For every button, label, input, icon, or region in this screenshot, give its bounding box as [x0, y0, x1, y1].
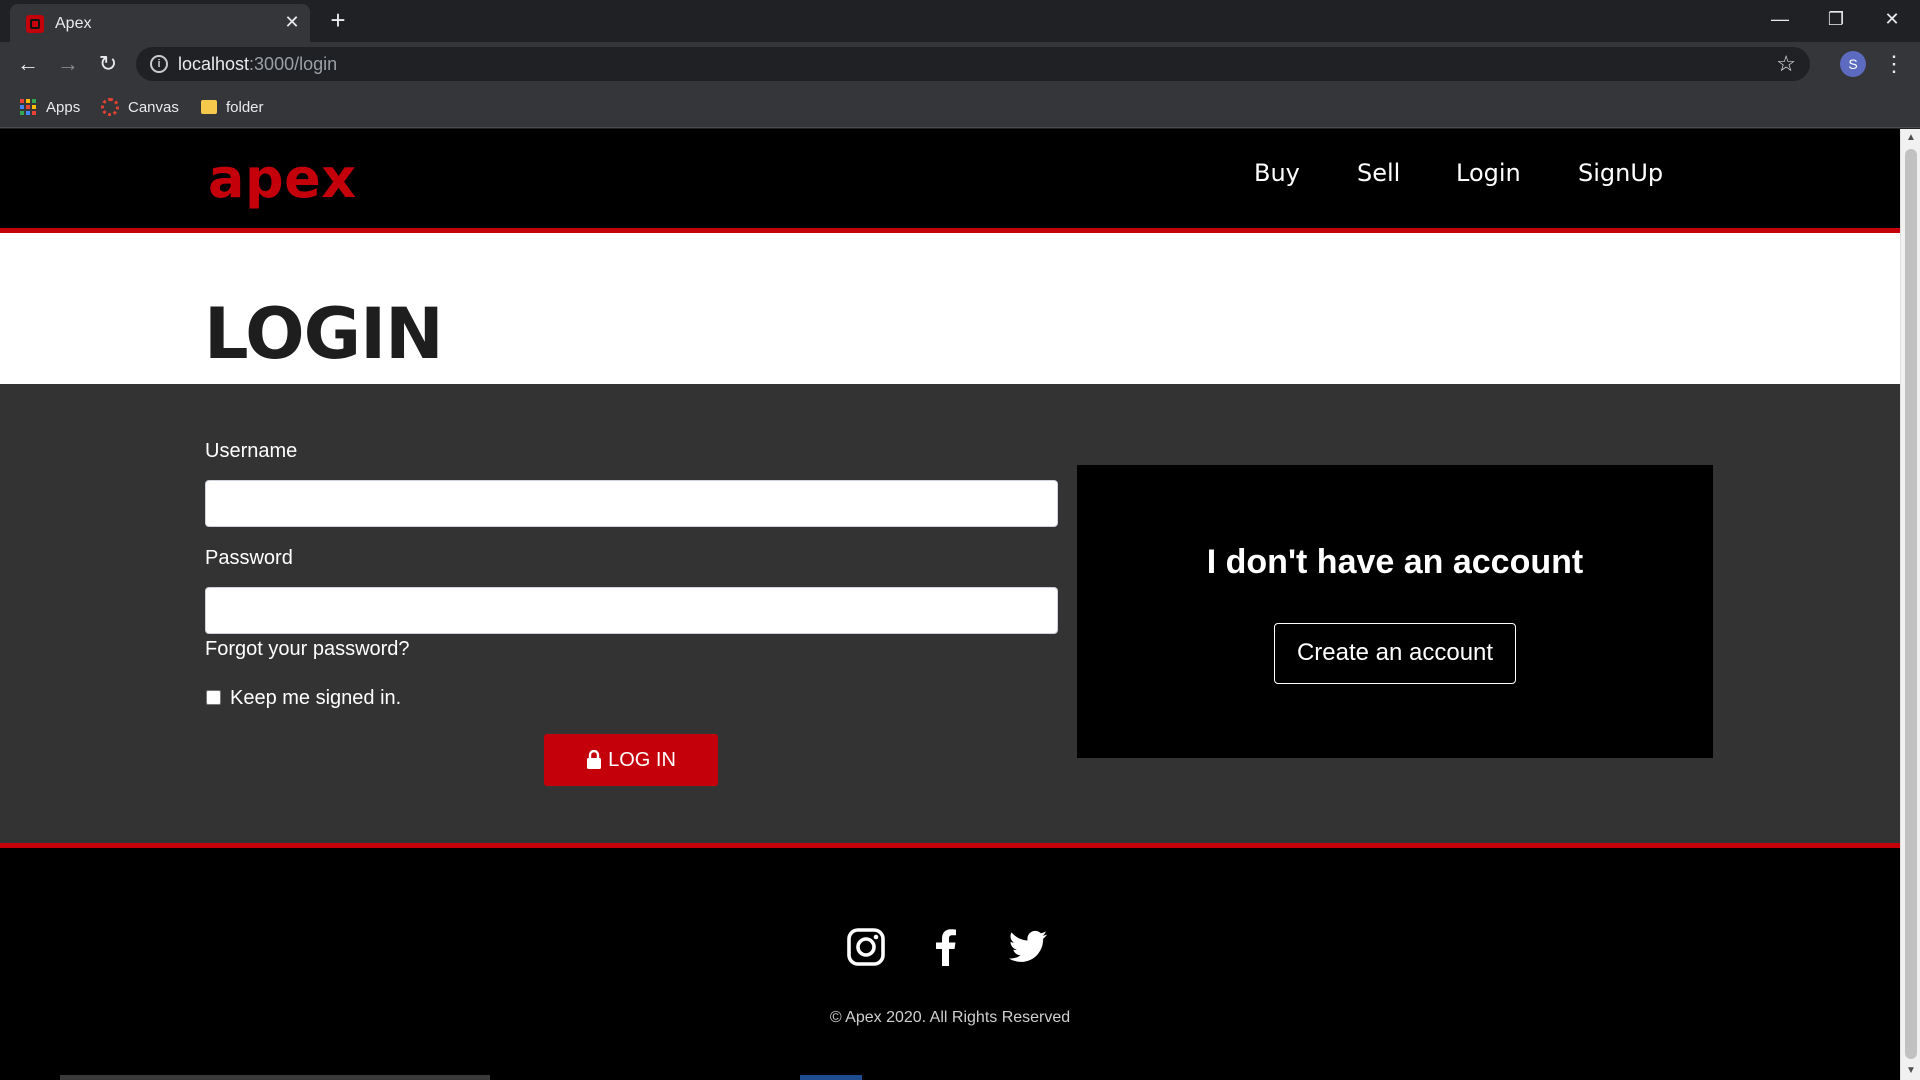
page: apex Buy Sell Login SignUp LOGIN Usernam… — [0, 129, 1900, 1080]
site-info-icon[interactable]: i — [150, 55, 168, 73]
signup-panel: I don't have an account Create an accoun… — [1077, 465, 1713, 758]
scroll-thumb[interactable] — [1905, 149, 1917, 1059]
bookmark-label: Canvas — [128, 98, 179, 116]
bottom-strip — [60, 1075, 490, 1080]
nav-signup[interactable]: SignUp — [1578, 159, 1663, 187]
twitter-icon[interactable] — [1007, 926, 1049, 968]
bookmark-label: Apps — [46, 98, 81, 116]
password-label: Password — [205, 547, 293, 569]
forward-arrow-icon[interactable]: → — [52, 48, 84, 80]
profile-avatar[interactable]: S — [1840, 51, 1866, 77]
bookmarks-bar: Apps Canvas folder — [0, 86, 1920, 128]
site-header: apex Buy Sell Login SignUp — [0, 129, 1900, 233]
scroll-down-icon[interactable]: ▼ — [1901, 1062, 1920, 1080]
address-bar[interactable]: i localhost:3000/login ☆ — [136, 47, 1810, 81]
browser-toolbar: ← → ↻ i localhost:3000/login ☆ S ⋮ — [0, 42, 1920, 86]
signup-heading: I don't have an account — [1206, 543, 1584, 581]
lock-icon — [587, 750, 602, 769]
site-footer: © Apex 2020. All Rights Reserved — [0, 848, 1900, 1080]
browser-menu-icon[interactable]: ⋮ — [1880, 48, 1908, 80]
username-input[interactable] — [205, 480, 1058, 527]
bottom-strip — [800, 1075, 862, 1080]
new-tab-button[interactable]: + — [324, 6, 352, 34]
restore-icon[interactable]: ❐ — [1808, 0, 1864, 38]
bookmark-canvas[interactable]: Canvas — [101, 95, 179, 119]
copyright-text: © Apex 2020. All Rights Reserved — [829, 1009, 1071, 1026]
forgot-password-link[interactable]: Forgot your password? — [205, 638, 410, 661]
browser-tabbar: Apex ✕ + — ❐ ✕ — [0, 0, 1920, 42]
url-host: localhost — [178, 54, 250, 74]
bookmark-apps[interactable]: Apps — [19, 95, 80, 119]
login-button-label: LOG IN — [608, 748, 676, 771]
back-arrow-icon[interactable]: ← — [12, 48, 44, 80]
tab-close-icon[interactable]: ✕ — [280, 10, 304, 34]
reload-icon[interactable]: ↻ — [92, 48, 124, 80]
page-viewport: apex Buy Sell Login SignUp LOGIN Usernam… — [0, 129, 1920, 1080]
window-close-icon[interactable]: ✕ — [1864, 0, 1920, 38]
nav-buy[interactable]: Buy — [1254, 159, 1300, 187]
title-band: LOGIN — [0, 233, 1900, 384]
facebook-icon[interactable] — [925, 926, 967, 968]
bookmark-star-icon[interactable]: ☆ — [1776, 51, 1796, 77]
login-button[interactable]: LOG IN — [544, 734, 718, 786]
page-scrollbar[interactable]: ▲ ▼ — [1900, 129, 1920, 1080]
apex-favicon-icon — [26, 15, 44, 33]
apps-grid-icon — [19, 98, 37, 116]
url-path: :3000/login — [249, 54, 338, 74]
instagram-icon[interactable] — [845, 926, 887, 968]
nav-login[interactable]: Login — [1456, 159, 1521, 187]
create-account-button[interactable]: Create an account — [1274, 623, 1516, 684]
login-section: Username Password Forgot your password? … — [0, 384, 1900, 848]
password-input[interactable] — [205, 587, 1058, 634]
canvas-icon — [101, 98, 119, 116]
tab-title: Apex — [55, 15, 92, 32]
browser-tab[interactable]: Apex ✕ — [10, 4, 310, 42]
keep-signed-in-checkbox[interactable] — [206, 690, 221, 705]
folder-icon — [201, 100, 217, 114]
username-label: Username — [205, 440, 298, 462]
bookmark-folder[interactable]: folder — [201, 95, 264, 119]
address-url[interactable]: localhost:3000/login — [178, 54, 337, 75]
nav-sell[interactable]: Sell — [1357, 159, 1400, 187]
minimize-icon[interactable]: — — [1752, 0, 1808, 38]
keep-signed-in-label: Keep me signed in. — [230, 687, 402, 709]
bookmark-label: folder — [226, 98, 264, 116]
page-title: LOGIN — [204, 293, 444, 375]
scroll-up-icon[interactable]: ▲ — [1901, 129, 1920, 147]
apex-logo[interactable]: apex — [208, 147, 357, 210]
